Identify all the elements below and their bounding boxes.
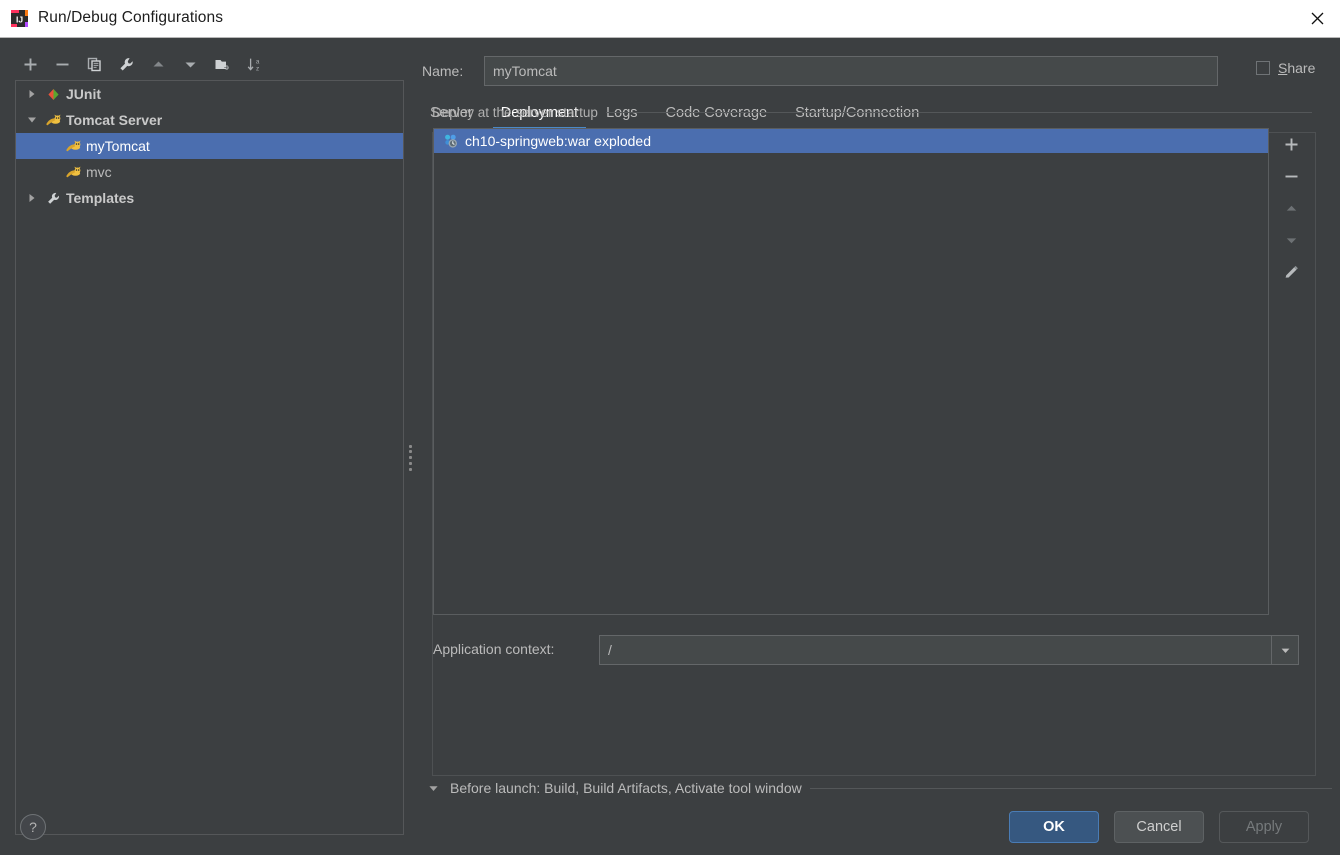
tomcat-icon — [62, 159, 84, 185]
dialog-body: a z JUnit Tomcat Server myTomcat mvc Tem… — [0, 38, 1340, 855]
artifact-icon — [440, 129, 462, 153]
intellij-idea-logo-icon: IJ — [10, 9, 29, 28]
chevron-right-icon[interactable] — [22, 185, 42, 211]
move-up-button[interactable] — [142, 49, 174, 79]
tomcat-icon — [42, 107, 64, 133]
move-artifact-down-button[interactable] — [1271, 224, 1311, 256]
wrench-icon — [42, 185, 64, 211]
deployment-list-toolbar — [1271, 128, 1311, 615]
add-configuration-button[interactable] — [14, 49, 46, 79]
share-mnemonic: S — [1278, 60, 1288, 76]
apply-button[interactable]: Apply — [1219, 811, 1309, 843]
cancel-button[interactable]: Cancel — [1114, 811, 1204, 843]
tree-node-mvc[interactable]: mvc — [16, 159, 403, 185]
chevron-down-icon[interactable] — [22, 107, 42, 133]
tomcat-icon — [62, 133, 84, 159]
application-context-value[interactable]: / — [600, 642, 1271, 658]
application-context-combobox[interactable]: / — [599, 635, 1299, 665]
edit-templates-button[interactable] — [110, 49, 142, 79]
tree-node-label: myTomcat — [86, 138, 150, 154]
before-launch-section: Before launch: Build, Build Artifacts, A… — [424, 776, 1332, 800]
list-item[interactable]: ch10-springweb:war exploded — [434, 129, 1268, 153]
edit-artifact-button[interactable] — [1271, 256, 1311, 288]
tree-node-label: mvc — [86, 164, 112, 180]
window-title: Run/Debug Configurations — [38, 9, 224, 26]
tree-node-tomcat-server[interactable]: Tomcat Server — [16, 107, 403, 133]
close-icon[interactable] — [1294, 0, 1340, 37]
name-row: Name: Share — [416, 56, 1332, 88]
before-launch-label: Before launch: Build, Build Artifacts, A… — [450, 780, 802, 796]
sort-alphabetically-button[interactable]: a z — [238, 49, 270, 79]
tree-node-junit[interactable]: JUnit — [16, 81, 403, 107]
share-label-rest: hare — [1287, 60, 1316, 76]
deployment-list[interactable]: ch10-springweb:war exploded — [433, 128, 1269, 615]
share-label: Share — [1278, 60, 1315, 76]
name-label: Name: — [422, 63, 464, 79]
deploy-group-label: Deploy at the server startup — [432, 104, 598, 120]
divider — [605, 111, 1312, 113]
panel-splitter[interactable] — [404, 80, 416, 835]
chevron-right-icon[interactable] — [22, 81, 42, 107]
name-input[interactable] — [484, 56, 1218, 86]
junit-icon — [42, 81, 64, 107]
tree-node-label: JUnit — [66, 86, 101, 102]
window-titlebar: IJ Run/Debug Configurations — [0, 0, 1340, 38]
svg-text:z: z — [255, 65, 258, 72]
tree-node-label: Tomcat Server — [66, 112, 163, 128]
add-artifact-button[interactable] — [1271, 128, 1311, 160]
remove-configuration-button[interactable] — [46, 49, 78, 79]
list-item-label: ch10-springweb:war exploded — [465, 133, 651, 149]
chevron-down-icon[interactable] — [1271, 636, 1298, 664]
remove-artifact-button[interactable] — [1271, 160, 1311, 192]
move-artifact-up-button[interactable] — [1271, 192, 1311, 224]
ok-button[interactable]: OK — [1009, 811, 1099, 843]
share-checkbox[interactable]: Share — [1256, 60, 1315, 76]
svg-text:IJ: IJ — [16, 15, 23, 25]
tree-node-label: Templates — [66, 190, 135, 206]
new-folder-button[interactable] — [206, 49, 238, 79]
configuration-editor-pane: Name: Share Server Deployment Logs Code … — [416, 46, 1332, 806]
move-down-button[interactable] — [174, 49, 206, 79]
divider — [809, 787, 1332, 789]
tree-node-mytomcat[interactable]: myTomcat — [16, 133, 403, 159]
checkbox-box[interactable] — [1256, 61, 1270, 75]
application-context-label: Application context: — [433, 641, 555, 657]
copy-configuration-button[interactable] — [78, 49, 110, 79]
splitter-grip-icon — [408, 444, 412, 471]
application-context-row: Application context: / — [433, 635, 1299, 665]
chevron-down-icon[interactable] — [424, 778, 442, 798]
tree-node-templates[interactable]: Templates — [16, 185, 403, 211]
deploy-group-header: Deploy at the server startup — [432, 104, 1312, 120]
configurations-tree[interactable]: JUnit Tomcat Server myTomcat mvc Templat… — [15, 80, 404, 835]
help-button[interactable]: ? — [20, 814, 46, 840]
configurations-toolbar: a z — [14, 48, 400, 80]
